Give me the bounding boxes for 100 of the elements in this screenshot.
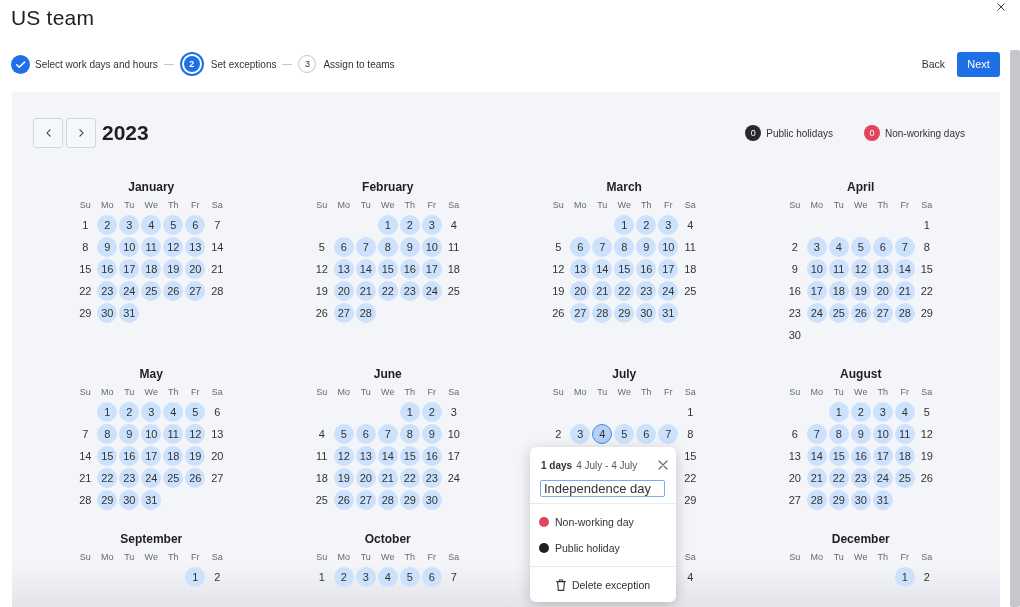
calendar-day[interactable]: 27	[570, 303, 591, 323]
calendar-day[interactable]: 29	[614, 303, 635, 323]
calendar-day[interactable]: 13	[570, 259, 591, 279]
calendar-day[interactable]: 6	[185, 215, 206, 235]
calendar-day[interactable]: 27	[185, 281, 206, 301]
calendar-day[interactable]: 19	[333, 468, 354, 488]
calendar-day[interactable]: 6	[355, 424, 376, 444]
calendar-day[interactable]: 23	[636, 281, 657, 301]
back-button[interactable]: Back	[915, 54, 951, 74]
calendar-day[interactable]: 22	[828, 468, 849, 488]
calendar-day[interactable]: 4	[377, 567, 398, 587]
calendar-day[interactable]: 14	[377, 446, 398, 466]
calendar-day[interactable]: 4	[680, 215, 701, 235]
calendar-day[interactable]: 27	[872, 303, 893, 323]
calendar-day[interactable]: 1	[377, 215, 398, 235]
calendar-day[interactable]: 1	[75, 215, 96, 235]
delete-exception-button[interactable]: Delete exception	[551, 575, 655, 594]
calendar-day[interactable]: 17	[806, 281, 827, 301]
calendar-day[interactable]: 19	[185, 446, 206, 466]
calendar-day[interactable]: 9	[636, 237, 657, 257]
calendar-day[interactable]: 15	[377, 259, 398, 279]
calendar-day[interactable]: 17	[658, 259, 679, 279]
calendar-day[interactable]: 4	[592, 424, 613, 444]
calendar-day[interactable]: 9	[850, 424, 871, 444]
calendar-day[interactable]: 14	[894, 259, 915, 279]
calendar-day[interactable]: 15	[614, 259, 635, 279]
calendar-day[interactable]: 27	[207, 468, 228, 488]
calendar-day[interactable]: 21	[592, 281, 613, 301]
calendar-day[interactable]: 8	[614, 237, 635, 257]
calendar-day[interactable]: 6	[872, 237, 893, 257]
calendar-day[interactable]: 13	[207, 424, 228, 444]
scrollbar-thumb[interactable]	[1010, 50, 1020, 607]
calendar-day[interactable]: 11	[443, 237, 464, 257]
calendar-day[interactable]: 28	[355, 303, 376, 323]
calendar-day[interactable]: 24	[443, 468, 464, 488]
calendar-day[interactable]: 23	[119, 468, 140, 488]
calendar-day[interactable]: 14	[207, 237, 228, 257]
calendar-day[interactable]: 17	[872, 446, 893, 466]
calendar-day[interactable]: 16	[850, 446, 871, 466]
calendar-day[interactable]: 29	[916, 303, 937, 323]
calendar-day[interactable]: 2	[207, 567, 228, 587]
calendar-day[interactable]: 4	[680, 567, 701, 587]
close-popup-button[interactable]	[658, 460, 668, 470]
calendar-day[interactable]: 19	[916, 446, 937, 466]
calendar-day[interactable]: 18	[443, 259, 464, 279]
calendar-day[interactable]: 25	[443, 281, 464, 301]
calendar-day[interactable]: 11	[828, 259, 849, 279]
calendar-day[interactable]: 20	[570, 281, 591, 301]
calendar-day[interactable]: 22	[377, 281, 398, 301]
calendar-day[interactable]: 13	[872, 259, 893, 279]
calendar-day[interactable]: 14	[806, 446, 827, 466]
calendar-day[interactable]: 2	[421, 402, 442, 422]
calendar-day[interactable]: 23	[399, 281, 420, 301]
calendar-day[interactable]: 3	[443, 402, 464, 422]
calendar-day[interactable]: 16	[399, 259, 420, 279]
calendar-day[interactable]: 12	[333, 446, 354, 466]
calendar-day[interactable]: 27	[784, 490, 805, 510]
calendar-day[interactable]: 7	[377, 424, 398, 444]
calendar-day[interactable]: 6	[784, 424, 805, 444]
calendar-day[interactable]: 7	[207, 215, 228, 235]
calendar-day[interactable]: 31	[872, 490, 893, 510]
calendar-day[interactable]: 5	[548, 237, 569, 257]
calendar-day[interactable]: 22	[916, 281, 937, 301]
exception-name-field[interactable]: Independence day	[540, 480, 665, 497]
calendar-day[interactable]: 2	[119, 402, 140, 422]
calendar-day[interactable]: 20	[355, 468, 376, 488]
calendar-day[interactable]: 15	[916, 259, 937, 279]
calendar-day[interactable]: 4	[443, 215, 464, 235]
calendar-day[interactable]: 30	[97, 303, 118, 323]
calendar-day[interactable]: 12	[163, 237, 184, 257]
calendar-day[interactable]: 9	[119, 424, 140, 444]
calendar-day[interactable]: 16	[636, 259, 657, 279]
calendar-day[interactable]: 16	[119, 446, 140, 466]
calendar-day[interactable]: 26	[916, 468, 937, 488]
calendar-day[interactable]: 30	[636, 303, 657, 323]
calendar-day[interactable]: 2	[333, 567, 354, 587]
calendar-day[interactable]: 22	[680, 468, 701, 488]
calendar-day[interactable]: 5	[163, 215, 184, 235]
calendar-day[interactable]: 20	[784, 468, 805, 488]
calendar-day[interactable]: 3	[421, 215, 442, 235]
calendar-day[interactable]: 3	[119, 215, 140, 235]
calendar-day[interactable]: 25	[894, 468, 915, 488]
calendar-day[interactable]: 24	[421, 281, 442, 301]
calendar-day[interactable]: 2	[916, 567, 937, 587]
calendar-day[interactable]: 12	[185, 424, 206, 444]
calendar-day[interactable]: 22	[75, 281, 96, 301]
calendar-day[interactable]: 12	[916, 424, 937, 444]
calendar-day[interactable]: 4	[894, 402, 915, 422]
calendar-day[interactable]: 20	[333, 281, 354, 301]
calendar-day[interactable]: 28	[75, 490, 96, 510]
calendar-day[interactable]: 29	[399, 490, 420, 510]
calendar-day[interactable]: 5	[614, 424, 635, 444]
calendar-day[interactable]: 26	[163, 281, 184, 301]
calendar-day[interactable]: 24	[872, 468, 893, 488]
calendar-day[interactable]: 21	[894, 281, 915, 301]
next-button[interactable]: Next	[957, 51, 1000, 77]
calendar-day[interactable]: 31	[119, 303, 140, 323]
calendar-day[interactable]: 11	[141, 237, 162, 257]
calendar-day[interactable]: 16	[784, 281, 805, 301]
calendar-day[interactable]: 28	[592, 303, 613, 323]
